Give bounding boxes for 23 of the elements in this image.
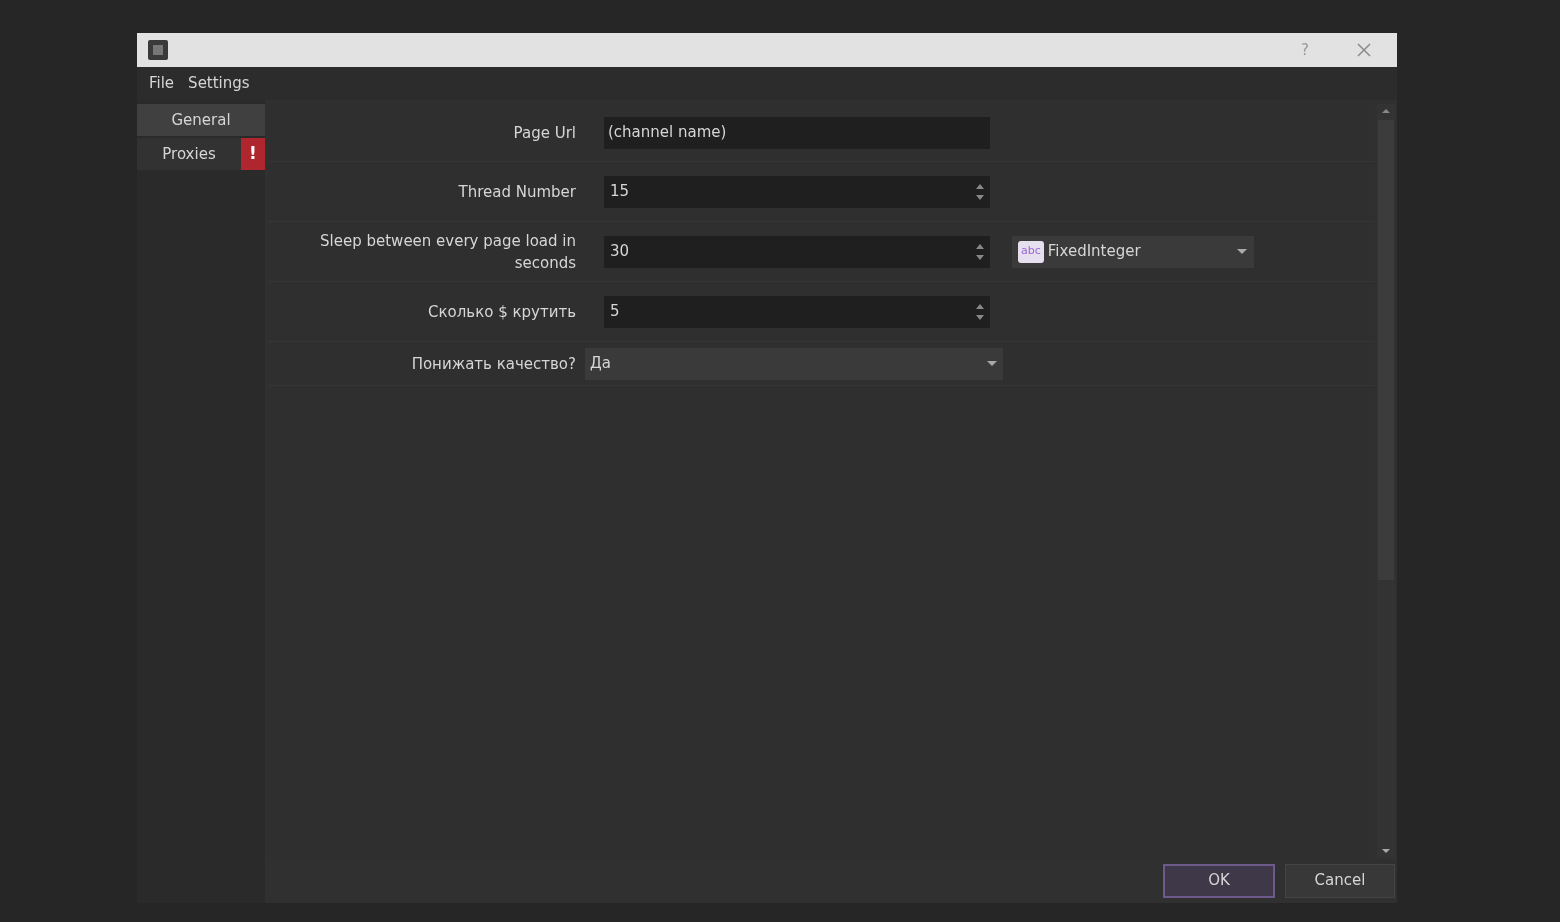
field-label: Сколько $ крутить — [427, 301, 577, 323]
dialog-button[interactable]: OK — [1163, 863, 1275, 898]
spin-box[interactable]: 5 — [604, 295, 990, 328]
error-badge: ! — [241, 138, 265, 170]
type-badge: abc — [1018, 240, 1044, 263]
caret-icon — [1236, 247, 1248, 256]
menu-item[interactable]: File — [143, 69, 181, 98]
field-label: Понижать качество? — [410, 353, 577, 375]
type-dropdown[interactable]: abc FixedInteger — [1012, 235, 1254, 268]
spin-box[interactable]: 15 — [604, 175, 990, 208]
text-field[interactable]: (channel name) — [604, 116, 990, 149]
dialog-button[interactable]: Cancel — [1285, 863, 1395, 898]
dropdown[interactable]: Да — [585, 347, 1003, 380]
app-icon — [147, 39, 169, 61]
sidebar-item[interactable]: Proxies ! — [137, 138, 265, 170]
menu-item[interactable]: Settings — [182, 69, 256, 98]
field-label: Page Url — [512, 122, 577, 144]
spin-box[interactable]: 30 — [604, 235, 990, 268]
caret-icon — [986, 359, 998, 368]
sidebar-item[interactable]: General — [137, 104, 265, 136]
field-label: Thread Number — [457, 181, 577, 203]
close-icon[interactable] — [1357, 43, 1371, 57]
field-label: Sleep between every page load in seconds — [319, 230, 577, 274]
